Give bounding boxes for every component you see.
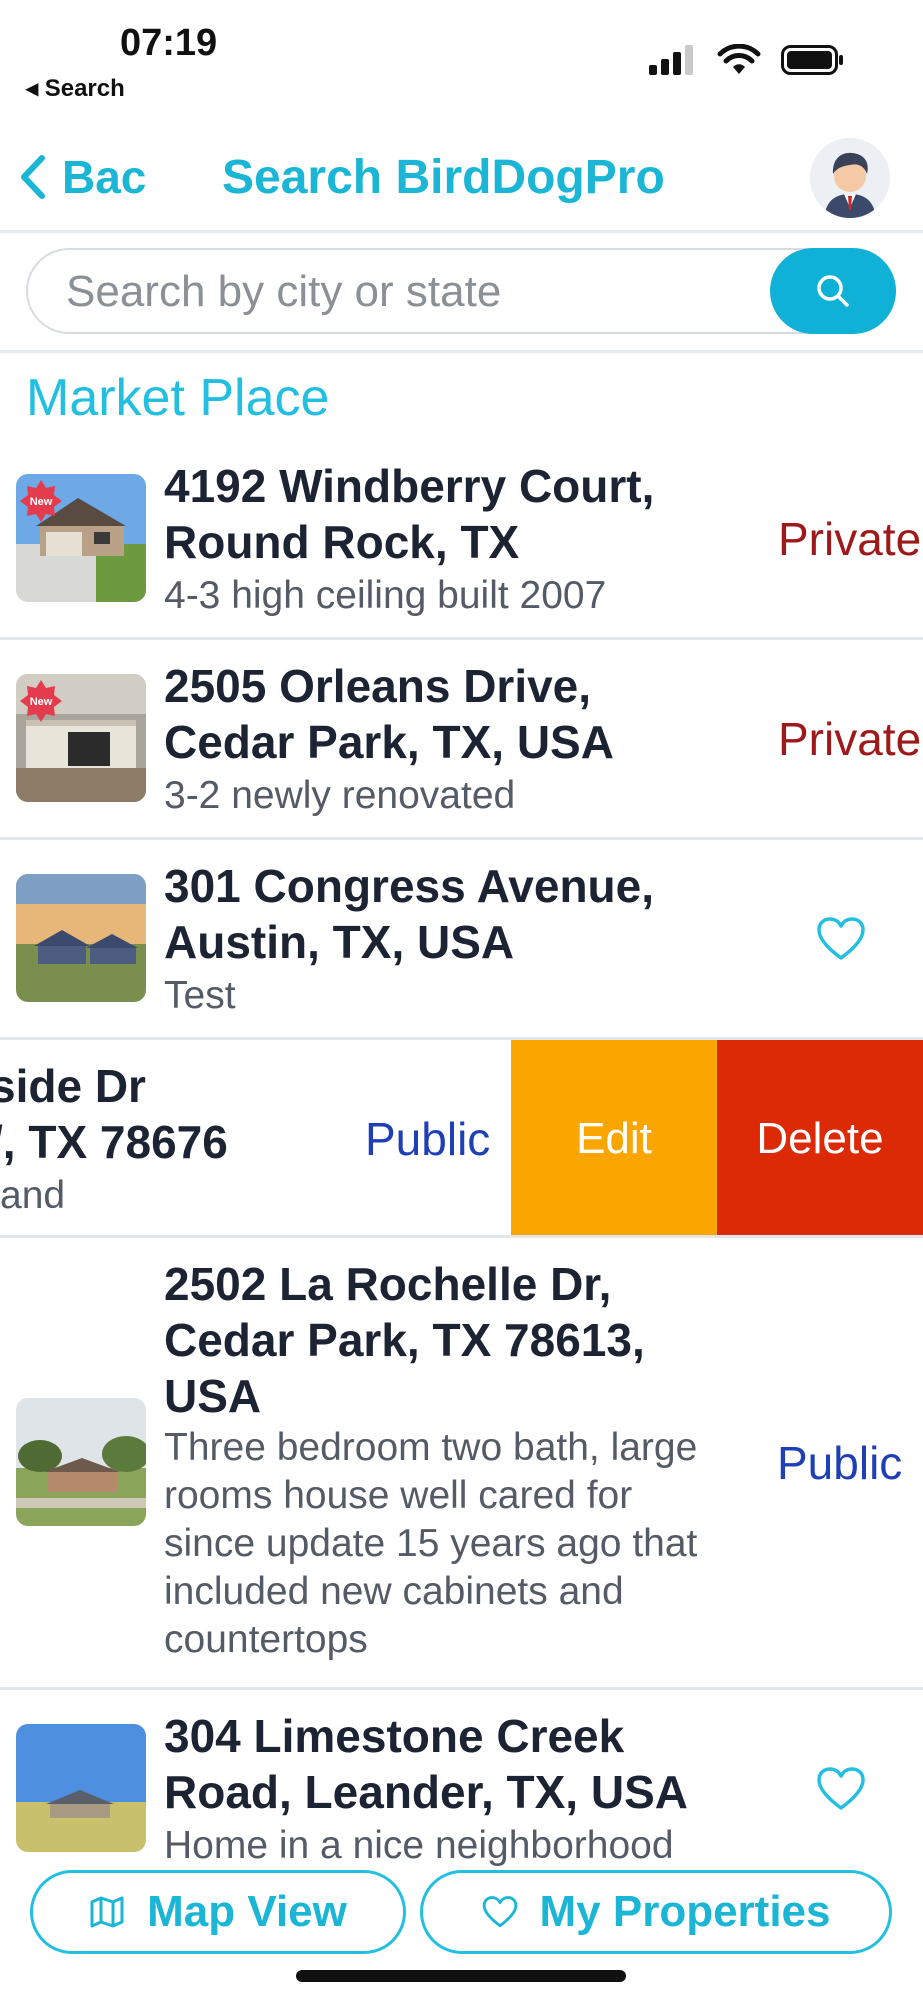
visibility-label: Public: [365, 1113, 491, 1165]
listing-row[interactable]: New 4192 Windberry Court, Round Rock, TX…: [0, 440, 923, 640]
listing-photo: [16, 874, 146, 1002]
new-badge-label: New: [30, 496, 53, 508]
listing-photo: New: [16, 474, 146, 602]
visibility-label: Private: [778, 513, 922, 565]
new-badge-label: New: [30, 696, 53, 708]
address-line-1: 2502 La Rochelle Dr,: [164, 1258, 612, 1310]
map-icon: [90, 1896, 124, 1928]
listing-photo: [16, 1724, 146, 1852]
divider: [0, 230, 923, 233]
search-input[interactable]: [64, 264, 764, 320]
favorite-heart-icon[interactable]: [816, 916, 866, 962]
page-title: Search BirdDogPro: [222, 151, 665, 204]
edit-button[interactable]: Edit: [511, 1040, 717, 1235]
listing-description: 4-3 high ceiling built 2007: [164, 574, 607, 617]
description-line: rooms house well cared for: [164, 1474, 633, 1517]
address-line-1: 304 Limestone Creek: [164, 1710, 625, 1762]
listing-address: 304 Limestone Creek Road, Leander, TX, U…: [164, 1708, 688, 1820]
battery-icon: [781, 45, 843, 75]
heart-icon: [482, 1896, 517, 1928]
search-icon: [817, 275, 849, 307]
address-line-2: /, TX 78676: [0, 1116, 228, 1168]
new-badge-icon: New: [20, 680, 62, 722]
description-line: included new cabinets and: [164, 1570, 624, 1613]
signal-icon: [649, 45, 693, 75]
map-view-button[interactable]: Map View: [30, 1870, 406, 1954]
visibility-label: Public: [777, 1437, 903, 1489]
address-line-2: Cedar Park, TX 78613,: [164, 1314, 645, 1366]
description-line: since update 15 years ago that: [164, 1522, 698, 1565]
search-button[interactable]: [770, 248, 896, 334]
user-avatar-icon: [810, 138, 890, 218]
map-view-label: Map View: [147, 1887, 347, 1936]
listing-address: 2502 La Rochelle Dr, Cedar Park, TX 7861…: [164, 1256, 645, 1424]
delete-button[interactable]: Delete: [717, 1040, 923, 1235]
listing-address: 301 Congress Avenue, Austin, TX, USA: [164, 858, 654, 970]
listing-row[interactable]: 301 Congress Avenue, Austin, TX, USA Tes…: [0, 840, 923, 1040]
address-line-2: Road, Leander, TX, USA: [164, 1766, 688, 1818]
listing-row[interactable]: 304 Limestone Creek Road, Leander, TX, U…: [0, 1690, 923, 1890]
listing-photo: New: [16, 674, 146, 802]
listing-address: 4192 Windberry Court, Round Rock, TX: [164, 458, 654, 570]
divider: [0, 350, 923, 353]
listing-row[interactable]: 2502 La Rochelle Dr, Cedar Park, TX 7861…: [0, 1238, 923, 1690]
back-label: Bac: [62, 151, 147, 203]
listing-description: Three bedroom two bath, large rooms hous…: [164, 1424, 697, 1664]
back-button[interactable]: Bac: [18, 150, 146, 204]
description-line: countertops: [164, 1618, 368, 1661]
listing-row[interactable]: New 2505 Orleans Drive, Cedar Park, TX, …: [0, 640, 923, 840]
address-line-1: side Dr: [0, 1060, 146, 1112]
address-line-3: USA: [164, 1370, 262, 1422]
listing-description: Test: [164, 974, 236, 1017]
description-line: Three bedroom two bath, large: [164, 1426, 698, 1469]
chevron-left-icon: [21, 155, 45, 199]
home-indicator[interactable]: [296, 1970, 626, 1982]
listing-address: side Dr /, TX 78676: [0, 1058, 228, 1170]
status-icons: [649, 44, 845, 76]
address-line-1: 2505 Orleans Drive,: [164, 660, 592, 712]
wifi-icon: [717, 44, 761, 74]
search-bar: [26, 248, 896, 334]
visibility-label: Private: [778, 713, 922, 765]
listing-photo: [16, 1398, 146, 1526]
address-line-2: Cedar Park, TX, USA: [164, 716, 614, 768]
listing-description: Home in a nice neighborhood: [164, 1824, 674, 1867]
status-back-to-search[interactable]: ◂ Search: [26, 74, 125, 103]
address-line-1: 301 Congress Avenue,: [164, 860, 655, 912]
listing-description: 3-2 newly renovated: [164, 774, 516, 817]
address-line-1: 4192 Windberry Court,: [164, 460, 655, 512]
listing-address: 2505 Orleans Drive, Cedar Park, TX, USA: [164, 658, 614, 770]
my-properties-label: My Properties: [539, 1887, 831, 1936]
new-badge-icon: New: [20, 480, 62, 522]
section-title: Market Place: [26, 369, 330, 427]
avatar[interactable]: [810, 138, 890, 218]
listing-row-swiped[interactable]: side Dr /, TX 78676 and Public Edit Dele…: [0, 1040, 923, 1238]
my-properties-button[interactable]: My Properties: [420, 1870, 892, 1954]
listing-description: and: [0, 1174, 66, 1217]
favorite-heart-icon[interactable]: [816, 1766, 866, 1812]
address-line-2: Austin, TX, USA: [164, 916, 515, 968]
address-line-2: Round Rock, TX: [164, 516, 520, 568]
status-time: 07:19: [120, 22, 218, 64]
